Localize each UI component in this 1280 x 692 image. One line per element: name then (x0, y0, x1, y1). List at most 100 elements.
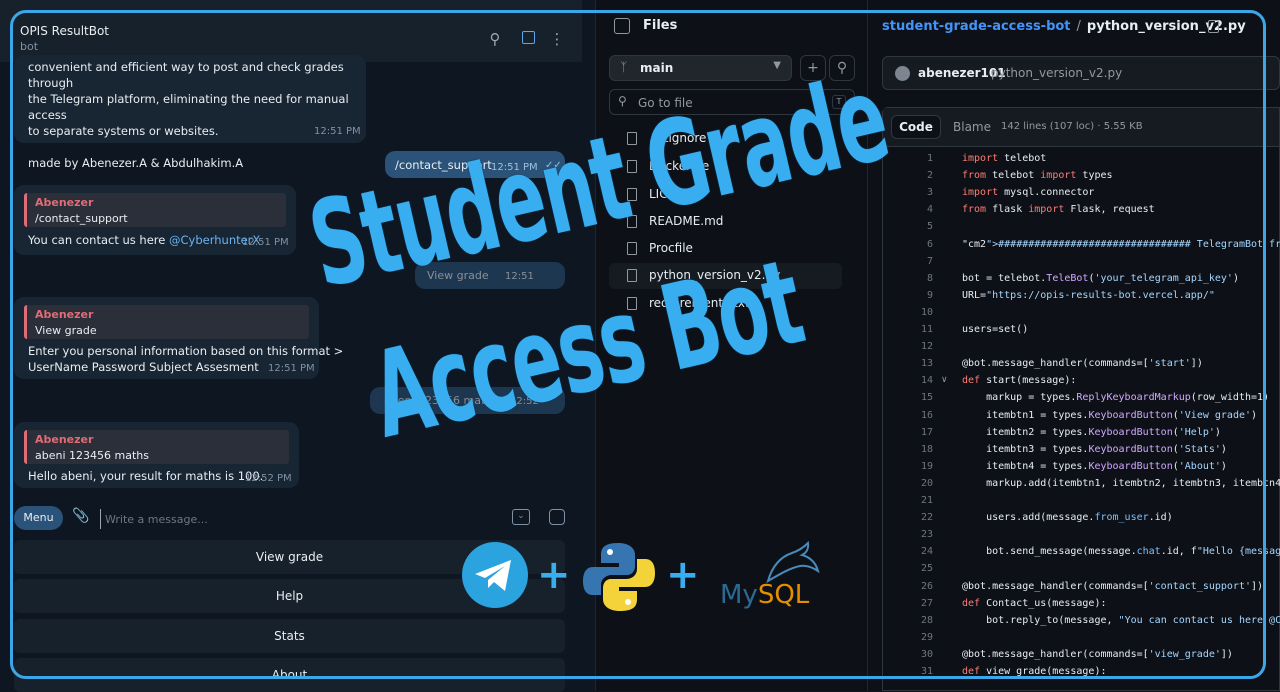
line-number[interactable]: 7 (889, 256, 933, 267)
line-number[interactable]: 8 (889, 273, 933, 284)
line-number[interactable]: 25 (889, 563, 933, 574)
line-number[interactable]: 12 (889, 341, 933, 352)
tab-blame[interactable]: Blame (953, 120, 991, 134)
breadcrumb-repo-link[interactable]: student-grade-access-bot (882, 19, 1071, 34)
code-line: itembtn2 = types.KeyboardButton('Help') (962, 427, 1221, 438)
line-number[interactable]: 17 (889, 427, 933, 438)
more-icon[interactable]: ⋮ (548, 30, 566, 48)
chat-subtitle: bot (20, 40, 39, 53)
line-number[interactable]: 9 (889, 290, 933, 301)
line-number[interactable]: 29 (889, 632, 933, 643)
mysql-logo: MySQL (720, 580, 809, 610)
line-number[interactable]: 16 (889, 410, 933, 421)
line-number[interactable]: 11 (889, 324, 933, 335)
message-bubble: convenient and efficient way to post and… (14, 55, 366, 170)
line-number[interactable]: 14 (889, 375, 933, 386)
line-number[interactable]: 3 (889, 187, 933, 198)
line-number[interactable]: 4 (889, 204, 933, 215)
line-number[interactable]: 30 (889, 649, 933, 660)
files-title: Files (643, 18, 678, 33)
code-line: def view_grade(message): (962, 666, 1107, 677)
branch-name: main (640, 61, 674, 75)
code-line: @bot.message_handler(commands=['start']) (962, 358, 1203, 369)
code-box: Code Blame 142 lines (107 loc) · 5.55 KB… (882, 107, 1280, 691)
line-number[interactable]: 13 (889, 358, 933, 369)
code-line: users=set() (962, 324, 1029, 335)
chat-header: OPIS ResultBot bot ⚲ ⋮ (0, 0, 582, 62)
collapse-panel-icon[interactable] (614, 18, 630, 34)
line-number[interactable]: 23 (889, 529, 933, 540)
commit-message[interactable]: python_version_v2.py (991, 66, 1122, 80)
file-info: 142 lines (107 loc) · 5.55 KB (1001, 121, 1143, 132)
file-name: Procfile (649, 241, 693, 255)
plus-sign: + (666, 552, 700, 598)
reply-text: abeni 123456 maths (35, 449, 149, 462)
reply-quote[interactable]: Abenezer abeni 123456 maths (24, 430, 289, 464)
code-line: def Contact_us(message): (962, 598, 1107, 609)
message-time: 12:51 PM (314, 126, 361, 137)
menu-button[interactable]: Menu (14, 506, 63, 530)
message-text: You can contact us here (28, 233, 169, 247)
line-number[interactable]: 22 (889, 512, 933, 523)
code-line: def start(message): (962, 375, 1077, 386)
line-number[interactable]: 20 (889, 478, 933, 489)
line-number[interactable]: 15 (889, 392, 933, 403)
line-number[interactable]: 5 (889, 221, 933, 232)
code-line: import mysql.connector (962, 187, 1095, 198)
reply-text: View grade (35, 324, 97, 337)
code-line: markup = types.ReplyKeyboardMarkup(row_w… (962, 392, 1270, 403)
line-number[interactable]: 6 (889, 239, 933, 250)
line-number[interactable]: 21 (889, 495, 933, 506)
code-line: @bot.message_handler(commands=['contact_… (962, 581, 1264, 592)
code-line: itembtn3 = types.KeyboardButton('Stats') (962, 444, 1227, 455)
code-line: "cm2">################################ T… (962, 239, 1280, 250)
attach-icon[interactable]: 📎 (72, 508, 89, 524)
line-number[interactable]: 31 (889, 666, 933, 677)
code-viewer-pane: student-grade-access-bot / python_version_… (868, 0, 1280, 691)
line-number[interactable]: 24 (889, 546, 933, 557)
message-bubble: Abenezer View grade Enter you personal i… (14, 297, 343, 379)
keyboard-button-stats[interactable]: Stats (14, 619, 565, 653)
reply-author: Abenezer (35, 196, 94, 209)
keyboard-toggle-icon[interactable]: ⌄ (512, 509, 530, 525)
message-text: Enter you personal information based on … (28, 344, 344, 358)
code-line: itembtn4 = types.KeyboardButton('About') (962, 461, 1227, 472)
code-line: from flask import Flask, request (962, 204, 1155, 215)
line-number[interactable]: 28 (889, 615, 933, 626)
message-text: Hello abeni, your result for maths is 10… (28, 469, 264, 483)
code-line: users.add(message.from_user.id) (962, 512, 1173, 523)
mysql-logo-my: My (720, 580, 758, 610)
plus-sign: + (537, 552, 571, 598)
tab-code[interactable]: Code (891, 115, 941, 139)
telegram-logo (462, 542, 528, 608)
line-number[interactable]: 1 (889, 153, 933, 164)
line-number[interactable]: 18 (889, 444, 933, 455)
line-number[interactable]: 10 (889, 307, 933, 318)
code-line: bot = telebot.TeleBot('your_telegram_api… (962, 273, 1239, 284)
code-line: itembtn1 = types.KeyboardButton('View gr… (962, 410, 1258, 421)
python-logo (583, 543, 655, 611)
camera-icon[interactable] (549, 509, 565, 525)
breadcrumb-file: python_version_v2.py (1086, 19, 1246, 34)
message-input[interactable] (100, 509, 487, 529)
code-line: @bot.message_handler(commands=['view_gra… (962, 649, 1233, 660)
message-text: made by Abenezer.A & Abdulhakim.A (28, 156, 244, 170)
code-line: import telebot (962, 153, 1047, 164)
line-number[interactable]: 19 (889, 461, 933, 472)
code-line: markup.add(itembtn1, itembtn2, itembtn3,… (962, 478, 1280, 489)
search-icon[interactable]: ⚲ (486, 30, 504, 48)
line-number[interactable]: 27 (889, 598, 933, 609)
avatar[interactable] (895, 66, 910, 81)
line-number[interactable]: 26 (889, 581, 933, 592)
breadcrumb-separator: / (1076, 19, 1081, 34)
code-line: URL="https://opis-results-bot.vercel.app… (962, 290, 1215, 301)
chat-title[interactable]: OPIS ResultBot (20, 24, 109, 38)
reply-author: Abenezer (35, 433, 94, 446)
reply-quote[interactable]: Abenezer /contact_support (24, 193, 286, 227)
keyboard-button-about[interactable]: About (14, 658, 565, 692)
fold-chevron-icon[interactable]: ∨ (941, 375, 948, 385)
reply-quote[interactable]: Abenezer View grade (24, 305, 309, 339)
sidebar-icon[interactable] (519, 30, 537, 48)
mysql-logo-sql: SQL (757, 580, 810, 610)
copy-path-icon[interactable] (1208, 20, 1219, 33)
